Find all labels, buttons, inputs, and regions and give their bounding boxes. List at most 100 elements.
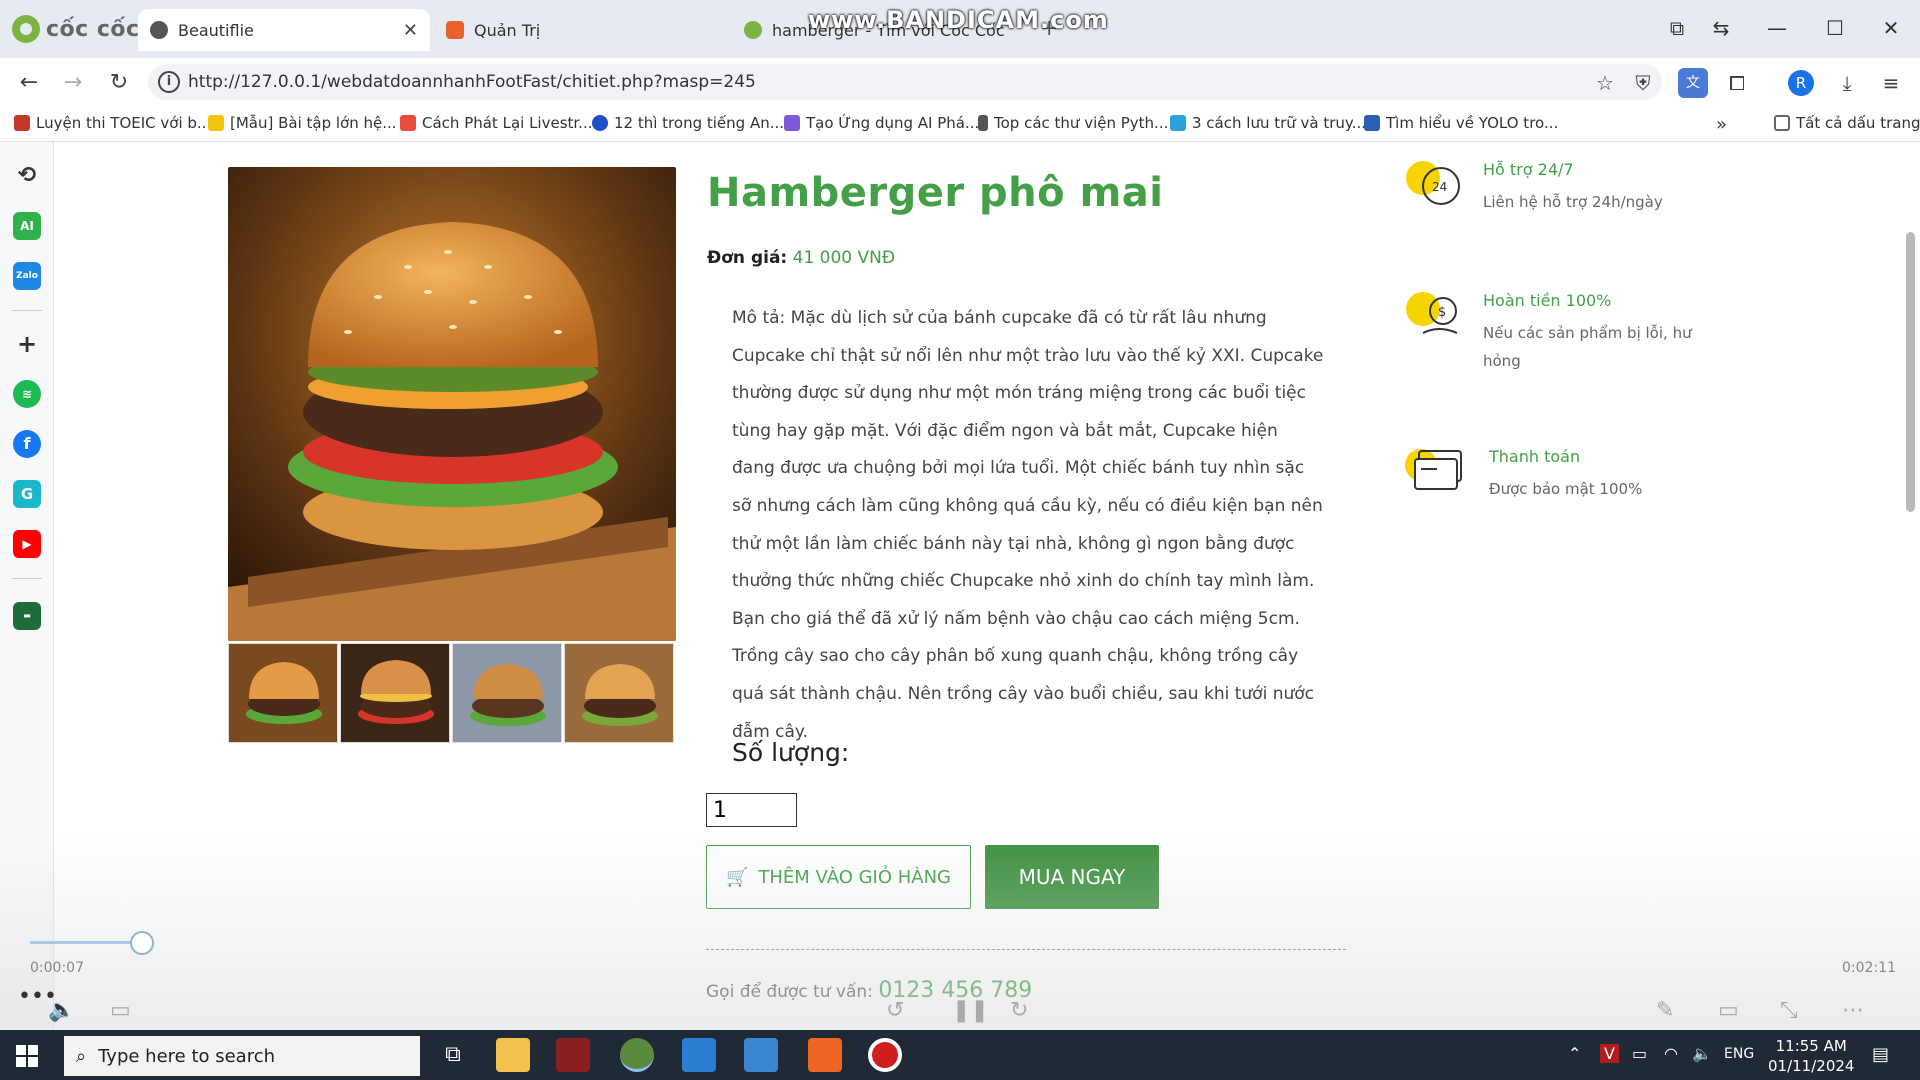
notifications-icon[interactable]: ▤: [1872, 1044, 1889, 1065]
support-24-icon: 24: [1406, 161, 1460, 205]
battery-icon[interactable]: ▭: [1632, 1044, 1647, 1063]
search-icon: ⌕: [76, 1045, 87, 1067]
back-icon[interactable]: ←: [14, 68, 44, 98]
rewind-10-icon[interactable]: ↺: [886, 998, 904, 1023]
grammarly-icon[interactable]: G: [13, 480, 41, 508]
product-description: Mô tả: Mặc dù lịch sử của bánh cupcake đ…: [732, 308, 1324, 742]
feature-desc: Được bảo mật 100%: [1489, 480, 1643, 498]
product-thumbnail[interactable]: [452, 643, 562, 743]
bookmark-favicon-icon: [592, 115, 608, 131]
app-icon[interactable]: [556, 1038, 590, 1072]
volume-tray-icon[interactable]: 🔈: [1692, 1044, 1712, 1063]
screen-capture-icon[interactable]: ⧉: [1662, 16, 1692, 40]
product-thumbnail[interactable]: [564, 643, 674, 743]
tray-app-icon[interactable]: V: [1600, 1044, 1619, 1063]
bookmark-item[interactable]: [Mẫu] Bài tập lớn hệ...: [208, 114, 397, 132]
tray-expand-icon[interactable]: ⌃: [1568, 1044, 1581, 1063]
close-tab-icon[interactable]: ✕: [403, 20, 418, 41]
seek-bar-progress[interactable]: [30, 941, 142, 944]
ai-assistant-icon[interactable]: AI: [13, 212, 41, 240]
more-bookmarks-icon[interactable]: »: [1716, 114, 1727, 135]
translate-icon[interactable]: 文: [1678, 68, 1708, 98]
windows-taskbar: ⌕ Type here to search ⧉ ⌃ V ▭ ◠ 🔈 ENG 11…: [0, 1030, 1920, 1080]
task-view-icon[interactable]: ⧉: [436, 1038, 470, 1072]
player-more-icon[interactable]: ⋯: [1842, 998, 1864, 1023]
history-icon[interactable]: ⟲: [13, 162, 41, 190]
forward-icon[interactable]: →: [58, 68, 88, 98]
feature-title: Hoàn tiền 100%: [1483, 291, 1612, 310]
browser-sidebar: ⟲ AI Zalo + ≋ f G ▶ ▬: [0, 142, 54, 1030]
menu-icon[interactable]: ≡: [1876, 68, 1906, 98]
tab-beautiflie[interactable]: Beautiflie ✕: [138, 9, 430, 51]
buy-now-button[interactable]: MUA NGAY: [985, 845, 1159, 909]
vscode-icon[interactable]: [682, 1038, 716, 1072]
bookmark-item[interactable]: Tạo Ứng dụng AI Phá...: [784, 114, 979, 132]
profile-avatar[interactable]: R: [1788, 70, 1814, 96]
browser-tab-bar: cốc cốc Beautiflie ✕ Quản Trị hamberger …: [0, 0, 1920, 58]
bookmark-item[interactable]: Top các thư viện Pyth...: [978, 114, 1168, 132]
bandicam-icon[interactable]: [868, 1038, 902, 1072]
url-field[interactable]: i http://127.0.0.1/webdatdoannhanhFootFa…: [148, 64, 1662, 100]
subtitles-icon[interactable]: ▭: [110, 998, 131, 1023]
miniplayer-icon[interactable]: ▭: [1718, 998, 1739, 1023]
bookmark-item[interactable]: Luyện thi TOEIC với b...: [14, 114, 211, 132]
bookmark-favicon-icon: [400, 115, 416, 131]
maximize-icon[interactable]: ☐: [1820, 16, 1850, 40]
svg-text:24: 24: [1432, 180, 1447, 194]
extensions-icon[interactable]: ⧠: [1722, 68, 1752, 98]
add-to-cart-label: THÊM VÀO GIỎ HÀNG: [758, 866, 952, 888]
bookmark-star-icon[interactable]: ☆: [1590, 68, 1620, 98]
clock-date: 01/11/2024: [1768, 1057, 1855, 1075]
forward-30-icon[interactable]: ↻: [1010, 998, 1028, 1023]
bookmark-item[interactable]: Cách Phát Lại Livestr...: [400, 114, 593, 132]
bookmark-item[interactable]: 3 cách lưu trữ và truy...: [1170, 114, 1366, 132]
seek-handle[interactable]: [130, 931, 154, 955]
minimize-icon[interactable]: —: [1762, 16, 1792, 40]
player-time-current: 0:00:07: [30, 960, 84, 976]
download-icon[interactable]: ⤓: [1832, 68, 1862, 98]
player-time-total: 0:02:11: [1842, 960, 1896, 976]
zalo-icon[interactable]: Zalo: [13, 262, 41, 290]
bookmark-label: Cách Phát Lại Livestr...: [422, 114, 593, 132]
reload-icon[interactable]: ↻: [104, 68, 134, 98]
shield-icon[interactable]: ⛨: [1628, 68, 1658, 98]
taskbar-search-input[interactable]: ⌕ Type here to search: [64, 1036, 420, 1076]
store-icon[interactable]: [744, 1038, 778, 1072]
bookmark-item[interactable]: 12 thì trong tiếng An...: [592, 114, 784, 132]
app-shortcut-icon[interactable]: ▬: [13, 602, 41, 630]
close-window-icon[interactable]: ✕: [1876, 16, 1906, 40]
price-label: Đơn giá:: [707, 248, 788, 268]
wifi-icon[interactable]: ◠: [1664, 1044, 1678, 1063]
site-info-icon[interactable]: i: [158, 71, 180, 93]
feature-desc: Liên hệ hỗ trợ 24h/ngày: [1483, 193, 1663, 211]
product-thumbnail[interactable]: [340, 643, 450, 743]
youtube-icon[interactable]: ▶: [13, 530, 41, 558]
page-scrollbar[interactable]: [1906, 232, 1915, 512]
add-panel-icon[interactable]: +: [13, 330, 41, 358]
file-explorer-icon[interactable]: [496, 1038, 530, 1072]
volume-icon[interactable]: 🔈: [48, 998, 75, 1023]
bookmark-favicon-icon: [1170, 115, 1186, 131]
divider: [706, 949, 1346, 950]
taskbar-clock[interactable]: 11:55 AM 01/11/2024: [1768, 1036, 1854, 1076]
coccoc-taskbar-icon[interactable]: [620, 1038, 654, 1072]
xampp-taskbar-icon[interactable]: [808, 1038, 842, 1072]
exit-fullscreen-icon[interactable]: ⤡: [1780, 998, 1798, 1023]
bookmark-item[interactable]: Tìm hiểu về YOLO tro...: [1364, 114, 1558, 132]
pen-icon[interactable]: ✎: [1656, 998, 1674, 1023]
xampp-icon: [446, 21, 464, 39]
quantity-input[interactable]: [706, 793, 797, 827]
tab-quan-tri[interactable]: Quản Trị: [434, 9, 724, 51]
sidebar-toggle-icon[interactable]: ⇆: [1706, 16, 1736, 40]
bookmark-label: Luyện thi TOEIC với b...: [36, 114, 212, 132]
language-indicator[interactable]: ENG: [1724, 1046, 1754, 1062]
windows-start-icon[interactable]: [16, 1045, 38, 1067]
all-bookmarks[interactable]: Tất cả dấu trang: [1774, 114, 1920, 132]
coccoc-icon: [744, 21, 762, 39]
url-text: http://127.0.0.1/webdatdoannhanhFootFast…: [188, 72, 756, 92]
facebook-icon[interactable]: f: [13, 430, 41, 458]
add-to-cart-button[interactable]: 🛒 THÊM VÀO GIỎ HÀNG: [706, 845, 971, 909]
pause-icon[interactable]: ❚❚: [952, 998, 989, 1023]
product-thumbnail[interactable]: [228, 643, 338, 743]
spotify-icon[interactable]: ≋: [13, 380, 41, 408]
